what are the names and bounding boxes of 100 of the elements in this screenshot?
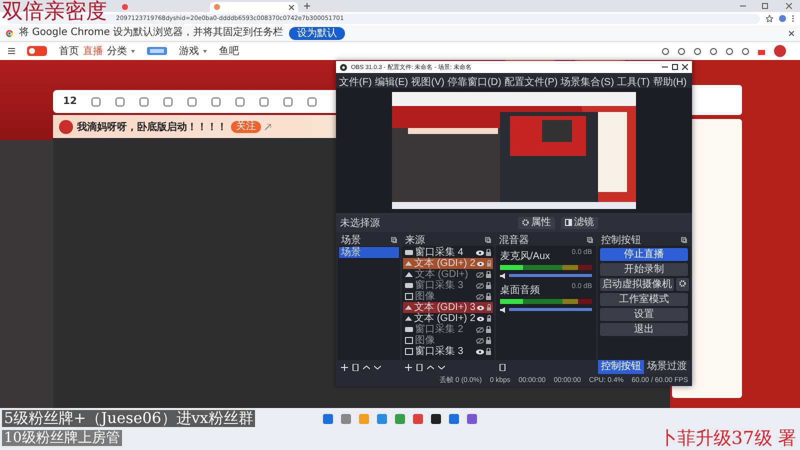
menu-item[interactable]: 停靠窗口(D) (446, 74, 502, 88)
tool-icon[interactable] (258, 96, 269, 106)
nav-link[interactable]: 直播 (83, 44, 103, 58)
scene-item[interactable]: 场景 (339, 247, 399, 258)
close-icon[interactable] (289, 4, 294, 10)
undock-icon[interactable] (391, 237, 397, 243)
window-capture-icon (405, 327, 413, 332)
menu-item[interactable]: 文件(F) (338, 74, 373, 88)
eye-icon[interactable] (477, 260, 485, 266)
source-item[interactable]: 图像 (403, 291, 493, 302)
up-icon[interactable] (427, 364, 434, 370)
lock-icon[interactable] (486, 337, 491, 344)
site-logo-icon[interactable] (27, 46, 47, 56)
tool-icon[interactable] (234, 96, 245, 106)
source-item[interactable]: 窗口采集 2 (403, 324, 493, 335)
dock-title: 控制按钮 (601, 234, 641, 247)
source-item[interactable]: 文本 (GDI+) 2 (403, 258, 493, 269)
eye-icon[interactable] (477, 316, 485, 322)
channel-name: 桌面音频 (500, 284, 540, 297)
source-item[interactable]: 文本 (GDI+) 2 (403, 313, 493, 324)
undock-icon[interactable] (485, 237, 491, 243)
add-icon[interactable] (405, 364, 412, 370)
maximize-icon[interactable] (672, 64, 678, 70)
windows-start-icon[interactable] (323, 414, 333, 424)
control-button[interactable]: 退出 (600, 323, 688, 336)
menu-item[interactable]: 帮助(H) (652, 74, 688, 88)
volume-slider[interactable] (509, 308, 592, 311)
hidden-eye-icon[interactable] (476, 338, 484, 344)
nav-link[interactable]: 鱼吧 (219, 44, 239, 58)
nav-link[interactable]: 游戏 (179, 44, 199, 58)
close-icon[interactable] (682, 64, 688, 70)
tool-icon[interactable] (306, 96, 317, 106)
source-item[interactable]: 文本 (GDI+) (403, 269, 493, 280)
lock-icon[interactable] (486, 315, 491, 322)
lock-icon[interactable] (486, 282, 491, 289)
lock-icon[interactable] (486, 249, 491, 256)
chrome-logo-icon (6, 30, 13, 36)
obs-logo-icon (340, 64, 347, 70)
eye-icon[interactable] (476, 348, 484, 354)
up-icon[interactable] (363, 364, 370, 370)
lock-icon[interactable] (486, 293, 491, 300)
control-button[interactable]: 工作室模式 (600, 293, 688, 306)
lock-icon[interactable] (486, 348, 491, 355)
eye-icon[interactable] (477, 304, 485, 310)
source-item[interactable]: 图像 (403, 335, 493, 346)
control-button[interactable]: 设置 (600, 308, 688, 321)
add-tab-icon[interactable] (304, 3, 310, 9)
control-button[interactable]: 停止直播 (600, 248, 688, 261)
source-item[interactable]: 窗口采集 3 (403, 280, 493, 291)
channel-name: 麦克风/Aux (500, 250, 550, 263)
down-icon[interactable] (374, 364, 381, 370)
properties-button[interactable]: 属性 (518, 216, 555, 228)
settings-button[interactable] (676, 278, 689, 291)
avatar-icon[interactable] (774, 45, 786, 57)
nav-link[interactable]: 分类 (107, 44, 127, 58)
hidden-eye-icon[interactable] (476, 294, 484, 300)
bookmark-star-icon[interactable] (766, 15, 773, 22)
share-icon[interactable] (265, 124, 271, 130)
set-default-button[interactable]: 设为默认 (289, 26, 346, 40)
source-item[interactable]: 窗口采集 3 (403, 346, 493, 357)
menu-item[interactable]: 配置文件(P) (503, 74, 559, 88)
speaker-icon[interactable] (500, 306, 506, 312)
tool-icon[interactable] (210, 96, 221, 106)
down-icon[interactable] (438, 364, 445, 370)
hidden-eye-icon[interactable] (476, 272, 484, 278)
gear-icon (522, 219, 529, 226)
hidden-eye-icon[interactable] (476, 326, 484, 332)
undock-icon[interactable] (681, 237, 687, 243)
source-item[interactable]: 窗口采集 4 (403, 247, 493, 258)
minimize-icon[interactable] (662, 64, 668, 70)
undock-icon[interactable] (587, 237, 593, 243)
dock-tab[interactable]: 控制按钮 (598, 360, 644, 374)
menu-item[interactable]: 工具(T) (616, 74, 651, 88)
volume-slider[interactable] (509, 274, 592, 277)
menu-item[interactable]: 编辑(E) (374, 74, 410, 88)
menu-item[interactable]: 场景集合(S) (560, 74, 616, 88)
profile-icon[interactable] (779, 15, 786, 22)
tool-icon[interactable] (186, 96, 197, 106)
tool-icon[interactable] (162, 96, 173, 106)
menu-icon[interactable] (8, 48, 15, 54)
source-item[interactable]: 文本 (GDI+) 3 (403, 302, 493, 313)
lock-icon[interactable] (486, 271, 491, 278)
menu-item[interactable]: 视图(V) (410, 74, 446, 88)
close-icon[interactable] (789, 30, 794, 36)
control-button[interactable]: 启动虚拟摄像机 (600, 278, 674, 291)
no-source-label: 未选择源 (340, 216, 381, 230)
eye-icon[interactable] (476, 250, 484, 256)
nav-link[interactable]: 首页 (59, 44, 79, 58)
add-icon[interactable] (341, 364, 348, 370)
tool-icon[interactable] (90, 96, 101, 106)
lock-icon[interactable] (486, 304, 491, 311)
control-button[interactable]: 开始录制 (600, 263, 688, 276)
dock-tab[interactable]: 场景过渡 (644, 360, 690, 374)
filters-button[interactable]: 滤镜 (561, 216, 598, 228)
speaker-icon[interactable] (500, 272, 506, 278)
lock-icon[interactable] (486, 326, 491, 333)
hidden-eye-icon[interactable] (476, 282, 484, 288)
tool-icon[interactable] (138, 96, 149, 106)
tool-icon[interactable] (114, 96, 125, 106)
tool-icon[interactable] (282, 96, 293, 106)
